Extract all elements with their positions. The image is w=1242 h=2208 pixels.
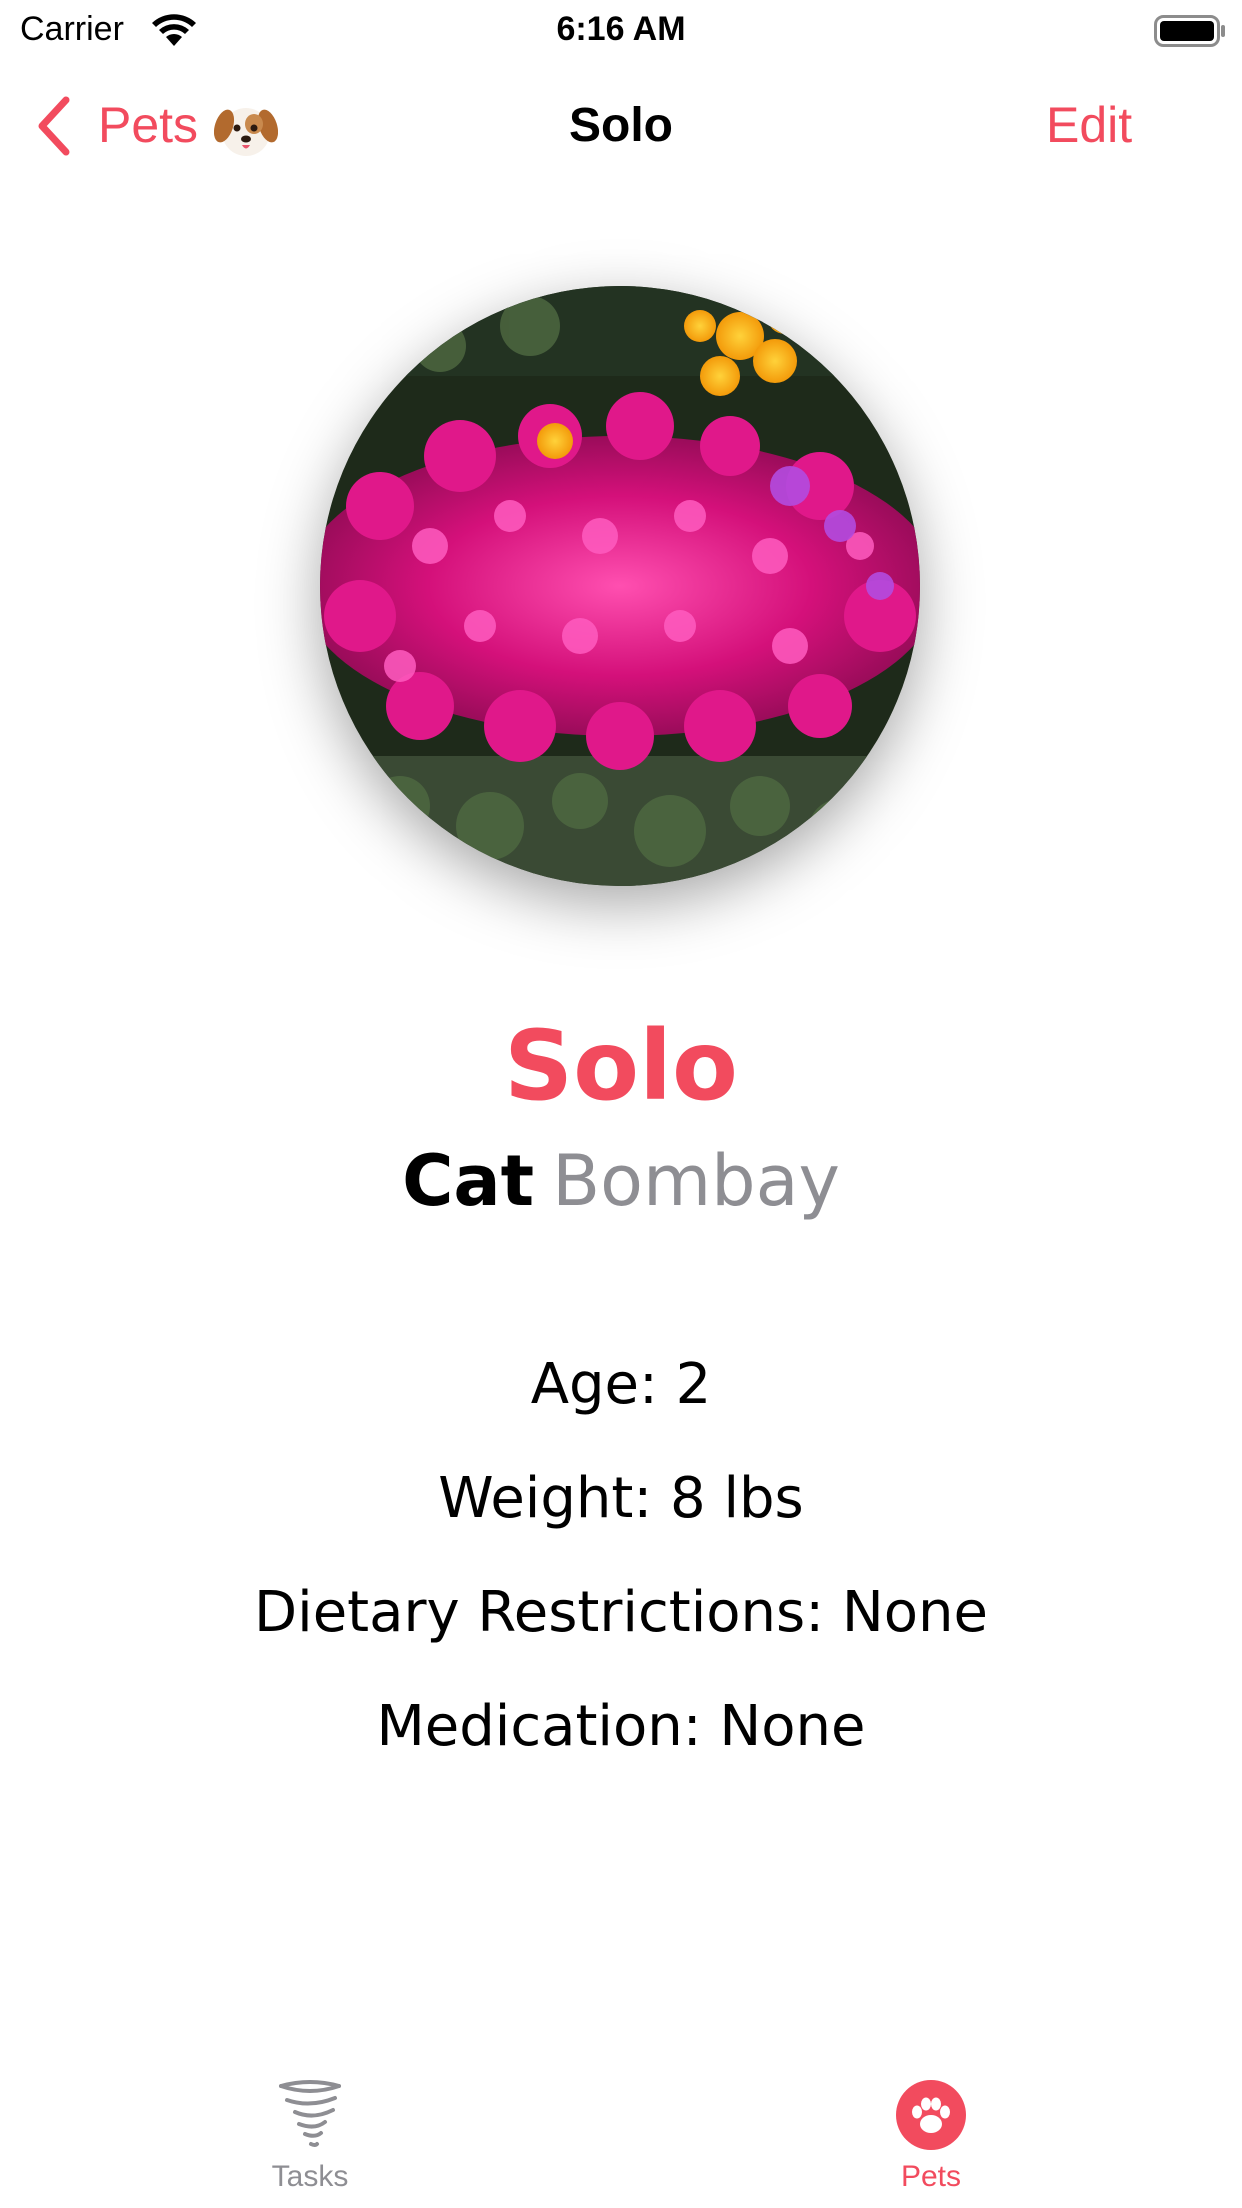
detail-dietary-restrictions: Dietary Restrictions: None <box>254 1580 988 1645</box>
status-time: 6:16 AM <box>556 10 686 48</box>
pet-photo <box>320 286 920 886</box>
tab-label: Tasks <box>271 2160 349 2193</box>
navigation-bar: Pets Solo Edit <box>0 66 1242 186</box>
detail-weight: Weight: 8 lbs <box>438 1466 804 1531</box>
species-breed-line: Cat Bombay <box>0 1140 1242 1222</box>
status-bar: Carrier 6:16 AM <box>0 0 1242 60</box>
pet-photo-image <box>320 286 920 886</box>
tornado-icon <box>279 2080 341 2147</box>
pet-breed: Bombay <box>552 1140 840 1222</box>
battery-icon <box>1154 15 1225 47</box>
pet-name: Solo <box>504 1010 738 1122</box>
tab-tasks[interactable]: Tasks <box>160 2060 460 2208</box>
paw-icon <box>896 2080 966 2150</box>
pet-species: Cat <box>402 1140 535 1222</box>
edit-button[interactable]: Edit <box>1046 96 1132 154</box>
tab-pets[interactable]: Pets <box>781 2060 1081 2208</box>
tab-label: Pets <box>900 2160 962 2193</box>
detail-age: Age: 2 <box>530 1352 712 1417</box>
tab-bar: Tasks Pets <box>0 2060 1242 2208</box>
detail-medication: Medication: None <box>376 1694 866 1759</box>
pet-details: Age: 2 Weight: 8 lbs Dietary Restriction… <box>0 1345 1242 1801</box>
